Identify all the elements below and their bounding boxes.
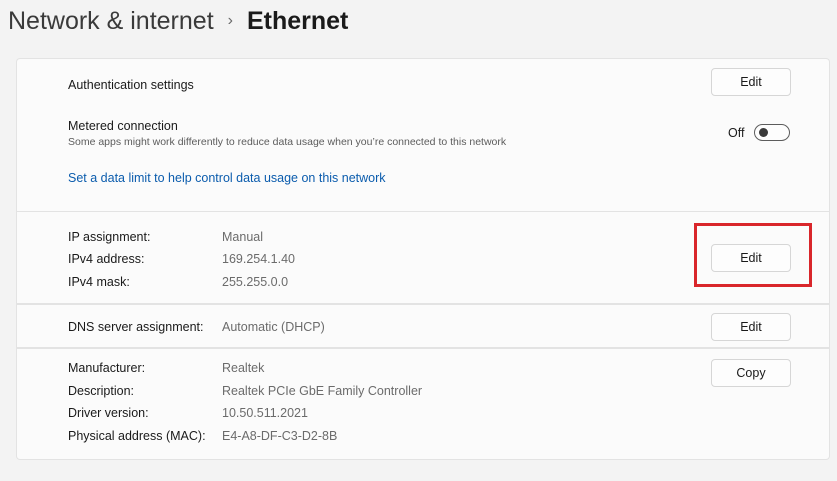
- highlight-box: [694, 223, 812, 287]
- metered-connection-title: Metered connection: [68, 119, 178, 133]
- dns-assignment-label: DNS server assignment:: [68, 320, 204, 334]
- ipv4-mask-label: IPv4 mask:: [68, 275, 130, 289]
- manufacturer-value: Realtek: [222, 361, 265, 375]
- connection-settings-card: Authentication settings Edit Metered con…: [16, 58, 830, 211]
- chevron-right-icon: ›: [227, 12, 233, 29]
- adapter-info-card: Manufacturer: Realtek Description: Realt…: [16, 348, 830, 460]
- dns-settings-card: DNS server assignment: Automatic (DHCP) …: [16, 304, 830, 348]
- ipv4-address-label: IPv4 address:: [68, 252, 145, 266]
- breadcrumb-parent[interactable]: Network & internet: [8, 7, 214, 36]
- ip-assignment-label: IP assignment:: [68, 230, 151, 244]
- ipv4-mask-value: 255.255.0.0: [222, 275, 289, 289]
- dns-edit-button[interactable]: Edit: [711, 313, 791, 341]
- description-value: Realtek PCIe GbE Family Controller: [222, 384, 423, 398]
- driver-version-value: 10.50.511.2021: [222, 406, 308, 420]
- metered-connection-toggle-group: Off: [728, 124, 791, 141]
- ip-assignment-value: Manual: [222, 230, 263, 244]
- metered-connection-description: Some apps might work differently to redu…: [68, 136, 507, 148]
- mac-address-value: E4-A8-DF-C3-D2-8B: [222, 429, 338, 443]
- authentication-settings-label: Authentication settings: [68, 78, 194, 92]
- dns-assignment-value: Automatic (DHCP): [222, 320, 325, 334]
- driver-version-label: Driver version:: [68, 406, 149, 420]
- page-title: Ethernet: [246, 6, 349, 35]
- metered-connection-toggle[interactable]: [754, 124, 791, 141]
- manufacturer-label: Manufacturer:: [68, 361, 146, 375]
- description-label: Description:: [68, 384, 134, 398]
- authentication-edit-button[interactable]: Edit: [711, 68, 791, 96]
- breadcrumb: Network & internet › Ethernet: [8, 4, 348, 38]
- metered-toggle-state-label: Off: [728, 125, 745, 140]
- toggle-knob: [759, 128, 769, 137]
- mac-address-label: Physical address (MAC):: [68, 429, 206, 443]
- copy-button[interactable]: Copy: [711, 359, 791, 387]
- set-data-limit-link[interactable]: Set a data limit to help control data us…: [68, 171, 386, 185]
- ipv4-address-value: 169.254.1.40: [222, 252, 295, 266]
